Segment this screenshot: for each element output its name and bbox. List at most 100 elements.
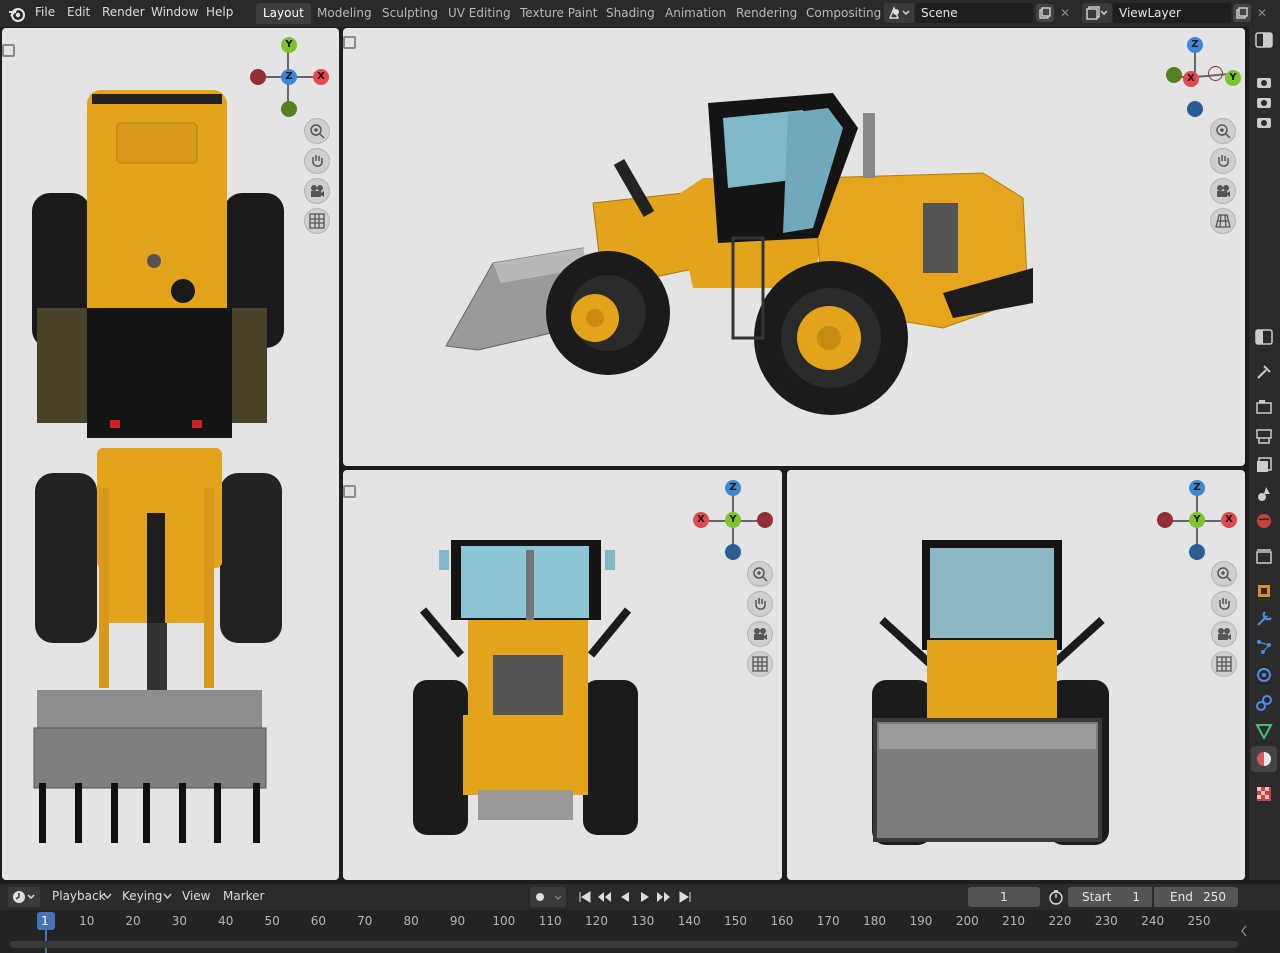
camera-view-button[interactable] <box>1211 621 1237 647</box>
current-frame-field[interactable]: 1 <box>968 887 1040 907</box>
output-properties-icon[interactable] <box>1254 426 1274 446</box>
texture-properties-icon[interactable] <box>1254 784 1274 804</box>
gizmo-x-axis[interactable]: X <box>313 69 329 85</box>
gizmo-z-axis[interactable]: Z <box>725 480 741 496</box>
gizmo-z-axis[interactable]: Z <box>281 69 297 85</box>
material-properties-icon[interactable] <box>1254 749 1274 769</box>
render-camera-icon[interactable] <box>1254 112 1274 132</box>
gizmo-neg-x-axis[interactable] <box>757 512 773 528</box>
auto-keying-button[interactable] <box>530 887 566 907</box>
blender-logo-icon[interactable] <box>8 5 26 23</box>
gizmo-neg-y-axis[interactable] <box>281 101 297 117</box>
gizmo-x-axis[interactable]: X <box>1183 71 1199 87</box>
gizmo-x-axis[interactable]: X <box>693 512 709 528</box>
gizmo-neg-x-axis[interactable] <box>1208 66 1223 81</box>
object-properties-icon[interactable] <box>1254 581 1274 601</box>
delete-scene-icon[interactable]: ✕ <box>1057 4 1073 22</box>
stopwatch-icon[interactable] <box>1048 889 1064 905</box>
menu-file[interactable]: File <box>35 5 55 19</box>
keying-menu[interactable]: Keying <box>122 889 162 903</box>
menu-help[interactable]: Help <box>206 5 233 19</box>
gizmo-z-axis[interactable]: Z <box>1187 37 1203 53</box>
zoom-button[interactable] <box>1211 561 1237 587</box>
gizmo-neg-x-axis[interactable] <box>250 69 266 85</box>
editor-type-button[interactable] <box>8 887 40 907</box>
navigation-gizmo[interactable]: Z X Y <box>693 478 773 560</box>
tab-texture-paint[interactable]: Texture Paint <box>513 3 604 24</box>
render-properties-icon[interactable] <box>1254 397 1274 417</box>
pan-button[interactable] <box>304 148 330 174</box>
tab-shading[interactable]: Shading <box>599 3 662 24</box>
gizmo-y-axis[interactable]: Y <box>1189 512 1205 528</box>
viewport-back[interactable]: Z Y X <box>787 470 1245 880</box>
navigation-gizmo[interactable]: Y Z X <box>247 36 329 117</box>
zoom-button[interactable] <box>1210 118 1236 144</box>
viewport-top[interactable]: Y Z X <box>2 28 339 880</box>
viewlayer-browse-button[interactable] <box>1082 3 1112 23</box>
toggle-sidebar-icon[interactable] <box>1254 30 1274 50</box>
scene-properties-icon[interactable] <box>1254 484 1274 504</box>
tool-properties-icon[interactable] <box>1254 362 1274 382</box>
playback-menu[interactable]: Playback <box>52 889 106 903</box>
tab-animation[interactable]: Animation <box>658 3 733 24</box>
gizmo-neg-x-axis[interactable] <box>1157 512 1173 528</box>
menu-window[interactable]: Window <box>151 5 198 19</box>
play-reverse-icon[interactable] <box>617 889 633 905</box>
pan-button[interactable] <box>1211 591 1237 617</box>
modifier-properties-icon[interactable] <box>1254 609 1274 629</box>
zoom-button[interactable] <box>747 561 773 587</box>
navigation-gizmo[interactable]: Z Y X <box>1157 478 1237 560</box>
gizmo-z-axis[interactable]: Z <box>1189 480 1205 496</box>
gizmo-y-axis[interactable]: Y <box>1225 70 1241 86</box>
marker-menu[interactable]: Marker <box>223 889 264 903</box>
playhead-marker[interactable] <box>37 912 55 930</box>
jump-to-start-icon[interactable] <box>577 889 593 905</box>
end-frame-field[interactable]: End 250 <box>1154 887 1238 907</box>
new-scene-button[interactable] <box>1036 4 1054 22</box>
physics-properties-icon[interactable] <box>1254 665 1274 685</box>
editor-type-icon[interactable] <box>1254 327 1274 347</box>
view-menu[interactable]: View <box>182 889 210 903</box>
scene-name-field[interactable]: Scene <box>915 3 1033 23</box>
render-camera-icon[interactable] <box>1254 72 1274 92</box>
toggle-perspective-button[interactable] <box>1211 651 1237 677</box>
gizmo-x-axis[interactable]: X <box>1221 512 1237 528</box>
collection-properties-icon[interactable] <box>1254 546 1274 566</box>
gizmo-neg-z-axis[interactable] <box>1189 544 1205 560</box>
render-camera-icon[interactable] <box>1254 92 1274 112</box>
mesh-data-properties-icon[interactable] <box>1254 721 1274 741</box>
gizmo-neg-z-axis[interactable] <box>725 544 741 560</box>
tab-compositing[interactable]: Compositing <box>799 3 888 24</box>
pan-button[interactable] <box>747 591 773 617</box>
view-layer-properties-icon[interactable] <box>1254 455 1274 475</box>
new-viewlayer-button[interactable] <box>1233 4 1251 22</box>
particles-properties-icon[interactable] <box>1254 637 1274 657</box>
toggle-perspective-button[interactable] <box>1210 208 1236 234</box>
tab-uv-editing[interactable]: UV Editing <box>441 3 518 24</box>
gizmo-neg-z-axis[interactable] <box>1187 101 1203 117</box>
gizmo-neg-y-axis[interactable] <box>1166 67 1182 83</box>
jump-to-end-icon[interactable] <box>677 889 693 905</box>
play-icon[interactable] <box>637 889 653 905</box>
tab-layout[interactable]: Layout <box>256 3 311 24</box>
timeline-scrollbar[interactable] <box>10 941 1238 948</box>
viewlayer-name-field[interactable]: ViewLayer <box>1113 3 1231 23</box>
camera-view-button[interactable] <box>1210 178 1236 204</box>
pan-button[interactable] <box>1210 148 1236 174</box>
camera-view-button[interactable] <box>304 178 330 204</box>
constraints-properties-icon[interactable] <box>1254 693 1274 713</box>
toggle-perspective-button[interactable] <box>304 208 330 234</box>
tab-rendering[interactable]: Rendering <box>729 3 804 24</box>
camera-view-button[interactable] <box>747 621 773 647</box>
world-properties-icon[interactable] <box>1254 511 1274 531</box>
start-frame-field[interactable]: Start 1 <box>1068 887 1152 907</box>
jump-prev-keyframe-icon[interactable] <box>596 889 612 905</box>
scene-browse-button[interactable] <box>884 3 914 23</box>
delete-viewlayer-icon[interactable]: ✕ <box>1254 4 1270 22</box>
zoom-button[interactable] <box>304 118 330 144</box>
menu-render[interactable]: Render <box>102 5 145 19</box>
viewport-front[interactable]: Z X Y <box>343 470 782 880</box>
tab-modeling[interactable]: Modeling <box>310 3 379 24</box>
menu-edit[interactable]: Edit <box>67 5 90 19</box>
chevron-left-icon[interactable] <box>1240 925 1248 937</box>
